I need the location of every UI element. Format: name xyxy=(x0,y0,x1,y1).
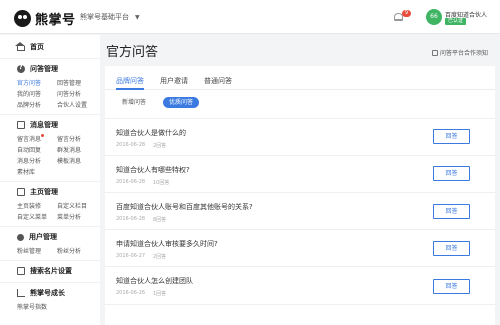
notification-badge: 9 xyxy=(402,10,411,17)
sidebar-item-brand-analysis[interactable]: 品牌分析 xyxy=(17,100,41,109)
message-icon xyxy=(17,121,25,129)
qa-card: 品牌问答 用户邀请 普通问答 新增问答 优质问答 知道合伙人是做什么的 2016… xyxy=(105,66,495,325)
sidebar-section-label: 熊掌号成长 xyxy=(30,289,65,297)
sidebar-item-answer-manage[interactable]: 回答管理 xyxy=(57,78,81,87)
question-date: 2016-06-27 xyxy=(116,253,146,259)
question-date: 2016-06-28 xyxy=(116,216,146,222)
sidebar-item-home[interactable]: 首页 xyxy=(15,42,44,52)
sidebar-section-label: 问答管理 xyxy=(30,65,58,73)
sidebar-section-search-card[interactable]: 搜索名片设置 xyxy=(17,266,72,276)
avatar[interactable]: 66 xyxy=(426,9,442,25)
platform-switcher[interactable]: 熊掌号基础平台 ▼ xyxy=(80,12,140,22)
sidebar-item-qa-analysis[interactable]: 问答分析 xyxy=(57,89,81,98)
sidebar-item-template-msg[interactable]: 模板消息 xyxy=(57,156,81,165)
card-icon xyxy=(17,267,25,275)
sidebar-item-official-qa[interactable]: 官方问答 xyxy=(17,78,41,87)
subtab-quality-qa[interactable]: 优质问答 xyxy=(163,97,200,108)
sidebar-item-fans-analysis[interactable]: 粉丝分析 xyxy=(57,246,81,255)
sidebar-section-label: 搜索名片设置 xyxy=(30,267,72,275)
unread-dot xyxy=(41,134,44,137)
home-icon xyxy=(15,42,25,51)
user-icon xyxy=(17,233,24,241)
page-icon xyxy=(17,188,25,196)
answer-count: 10回答 xyxy=(153,180,170,186)
sidebar-item-auto-reply[interactable]: 自动回复 xyxy=(17,145,41,154)
subtab-new-qa[interactable]: 新增问答 xyxy=(116,97,152,108)
answer-count: 2回答 xyxy=(153,254,167,260)
sidebar-section-growth[interactable]: 熊掌号成长 xyxy=(17,288,65,298)
sidebar-item-comment-analysis[interactable]: 留言分析 xyxy=(57,134,81,143)
page-title: 官方问答 xyxy=(106,45,159,60)
question-title[interactable]: 知道合伙人怎么创建团队 xyxy=(116,276,193,286)
question-title[interactable]: 知道合伙人是做什么的 xyxy=(116,128,186,138)
question-icon xyxy=(17,64,25,73)
sidebar-item-comments[interactable]: 留言消息 xyxy=(17,134,41,143)
question-title[interactable]: 知道合伙人有哪些特权? xyxy=(116,165,190,175)
sidebar-item-custom-column[interactable]: 自定义栏目 xyxy=(57,201,87,210)
answer-button[interactable]: 回答 xyxy=(433,204,470,219)
sidebar-item-partner-settings[interactable]: 合伙人设置 xyxy=(57,100,87,109)
tab-brand-qa[interactable]: 品牌问答 xyxy=(116,76,144,86)
growth-chart-icon xyxy=(17,289,25,297)
sidebar-section-qa[interactable]: 问答管理 xyxy=(17,64,58,74)
answer-button[interactable]: 回答 xyxy=(433,241,470,256)
sidebar-section-user[interactable]: 用户管理 xyxy=(17,232,57,242)
answer-button[interactable]: 回答 xyxy=(433,279,470,294)
sidebar-item-my-qa[interactable]: 我的问答 xyxy=(17,89,41,98)
user-verified-tag: 已认证 xyxy=(445,18,467,25)
platform-label: 熊掌号基础平台 xyxy=(80,13,129,21)
answer-count: 2回答 xyxy=(153,143,167,149)
sidebar-item-fans[interactable]: 粉丝管理 xyxy=(17,246,41,255)
sidebar-item-msg-analysis[interactable]: 消息分析 xyxy=(17,156,41,165)
sidebar-section-page[interactable]: 主页管理 xyxy=(17,187,58,197)
sidebar-item-broadcast[interactable]: 群发消息 xyxy=(57,145,81,154)
question-title[interactable]: 申请知道合伙人审核要多久时间? xyxy=(116,239,218,249)
sidebar-section-label: 消息管理 xyxy=(30,121,58,129)
logo[interactable]: 熊掌号 xyxy=(14,9,76,28)
sidebar-item-index[interactable]: 熊掌号指数 xyxy=(17,302,47,311)
logo-text: 熊掌号 xyxy=(35,13,76,28)
help-link[interactable]: 问答平台合作须知 xyxy=(432,48,488,57)
sidebar-item-media-library[interactable]: 素材库 xyxy=(17,167,35,176)
sidebar-item-page-decor[interactable]: 主页装修 xyxy=(17,201,41,210)
answer-count: 1回答 xyxy=(153,291,167,297)
tab-normal-qa[interactable]: 普通问答 xyxy=(204,76,232,86)
tab-bar: 品牌问答 用户邀请 普通问答 xyxy=(105,66,495,90)
question-date: 2016-06-26 xyxy=(116,290,146,296)
active-tab-indicator xyxy=(116,88,144,90)
sidebar-section-msg[interactable]: 消息管理 xyxy=(17,120,58,130)
sidebar: 首页 问答管理 官方问答 回答管理 我的问答 问答分析 品牌分析 合伙人设置 消… xyxy=(0,35,100,325)
top-bar: 熊掌号 熊掌号基础平台 ▼ 9 66 百度知道合伙人 已认证 xyxy=(0,0,500,34)
bear-paw-icon xyxy=(14,10,31,27)
sidebar-section-label: 主页管理 xyxy=(30,188,58,196)
chevron-down-icon: ▼ xyxy=(135,13,140,21)
answer-button[interactable]: 回答 xyxy=(433,129,470,144)
tab-user-invite[interactable]: 用户邀请 xyxy=(160,76,188,86)
sidebar-item-menu-analysis[interactable]: 菜单分析 xyxy=(57,212,81,221)
question-date: 2016-06-28 xyxy=(116,179,146,185)
help-link-label: 问答平台合作须知 xyxy=(440,50,489,57)
question-date: 2016-06-28 xyxy=(116,142,146,148)
sidebar-section-label: 用户管理 xyxy=(29,233,57,241)
sidebar-home-label: 首页 xyxy=(30,43,44,51)
sidebar-item-custom-menu[interactable]: 自定义菜单 xyxy=(17,212,47,221)
document-icon xyxy=(432,49,438,56)
answer-button[interactable]: 回答 xyxy=(433,166,470,181)
answer-count: 8回答 xyxy=(153,217,167,223)
question-title[interactable]: 百度知道合伙人账号和百度其他账号的关系? xyxy=(116,202,253,212)
